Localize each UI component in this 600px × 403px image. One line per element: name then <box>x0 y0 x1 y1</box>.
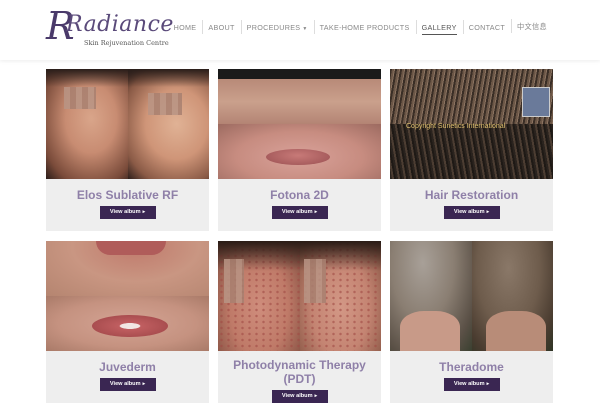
button-label: View album <box>281 209 313 215</box>
chevron-right-icon: ▸ <box>314 209 318 215</box>
hair-shade <box>46 69 209 87</box>
nav-label: HOME <box>173 22 197 32</box>
logo-tagline: Skin Rejuvenation Centre <box>84 39 169 47</box>
nav-label: 中文信息 <box>517 22 547 31</box>
pdt-photo[interactable] <box>218 241 381 351</box>
elos-photo[interactable] <box>46 69 209 179</box>
privacy-blur <box>304 259 326 303</box>
privacy-blur <box>224 259 244 303</box>
site-header: R Radiance Skin Rejuvenation Centre HOME… <box>0 0 600 60</box>
card-title: Fotona 2D <box>270 188 329 202</box>
gallery-grid: Elos Sublative RF View album ▸ Fotona 2D … <box>46 69 553 403</box>
scalp-after <box>390 124 553 179</box>
fotona-photo[interactable] <box>218 69 381 179</box>
before-chin <box>218 69 381 124</box>
chevron-right-icon: ▸ <box>486 209 490 215</box>
radiance-logo[interactable]: R Radiance Skin Rejuvenation Centre <box>46 4 173 52</box>
main-nav: HOME ABOUT PROCEDURES ▼ TAKE-HOME PRODUCT… <box>168 19 553 35</box>
hair-restoration-photo[interactable]: Copyright Sunetics International <box>390 69 553 179</box>
chevron-right-icon: ▸ <box>314 393 318 399</box>
upper-lip <box>96 241 166 255</box>
neck-right <box>486 311 546 351</box>
view-album-button[interactable]: View album ▸ <box>443 206 500 219</box>
gallery-card-pdt: Photodynamic Therapy (PDT) View album ▸ <box>218 241 381 403</box>
privacy-blur <box>64 87 96 109</box>
gallery-card-elos: Elos Sublative RF View album ▸ <box>46 69 209 231</box>
nav-item-take-home-products[interactable]: TAKE-HOME PRODUCTS <box>313 19 416 34</box>
nav-item-about[interactable]: ABOUT <box>202 19 240 34</box>
button-label: View album <box>453 209 485 215</box>
nav-label: CONTACT <box>468 22 506 32</box>
nav-item-procedures[interactable]: PROCEDURES ▼ <box>240 19 314 34</box>
gallery-card-hair-restoration: Copyright Sunetics International Hair Re… <box>390 69 553 231</box>
button-label: View album <box>453 381 485 387</box>
lips <box>266 149 330 165</box>
chevron-right-icon: ▸ <box>486 381 490 387</box>
button-label: View album <box>281 393 313 399</box>
card-title: Photodynamic Therapy (PDT) <box>233 358 366 386</box>
button-label: View album <box>109 381 141 387</box>
nav-label: TAKE-HOME PRODUCTS <box>319 22 410 32</box>
nav-item-contact[interactable]: CONTACT <box>462 19 511 34</box>
theradome-photo[interactable] <box>390 241 553 351</box>
button-label: View album <box>109 209 141 215</box>
nav-item-chinese-info[interactable]: 中文信息 <box>511 19 553 33</box>
logo-wordmark: Radiance <box>66 12 174 37</box>
view-album-button[interactable]: View album ▸ <box>271 206 328 219</box>
juvederm-photo[interactable] <box>46 241 209 351</box>
card-title: Juvederm <box>99 360 156 374</box>
photo-copyright: Copyright Sunetics International <box>406 123 506 130</box>
view-album-button[interactable]: View album ▸ <box>99 378 156 391</box>
nav-label: ABOUT <box>208 22 235 32</box>
nav-label: GALLERY <box>421 22 457 35</box>
chevron-right-icon: ▸ <box>142 381 146 387</box>
gallery-card-fotona: Fotona 2D View album ▸ <box>218 69 381 231</box>
gallery-card-juvederm: Juvederm View album ▸ <box>46 241 209 403</box>
card-title: Elos Sublative RF <box>76 188 179 202</box>
inset-thumbnail <box>522 87 550 117</box>
privacy-blur <box>148 93 182 115</box>
view-album-button[interactable]: View album ▸ <box>271 390 328 403</box>
card-title: Theradome <box>439 360 504 374</box>
neck-left <box>400 311 460 351</box>
smile <box>92 315 168 337</box>
nav-label: PROCEDURES <box>246 22 301 32</box>
caret-down-icon: ▼ <box>302 25 308 32</box>
gallery-card-theradome: Theradome View album ▸ <box>390 241 553 403</box>
chevron-right-icon: ▸ <box>142 209 146 215</box>
view-album-button[interactable]: View album ▸ <box>443 378 500 391</box>
view-album-button[interactable]: View album ▸ <box>99 206 156 219</box>
nav-item-home[interactable]: HOME <box>168 23 203 32</box>
nav-item-gallery[interactable]: GALLERY <box>415 19 463 35</box>
card-title: Hair Restoration <box>424 188 519 202</box>
